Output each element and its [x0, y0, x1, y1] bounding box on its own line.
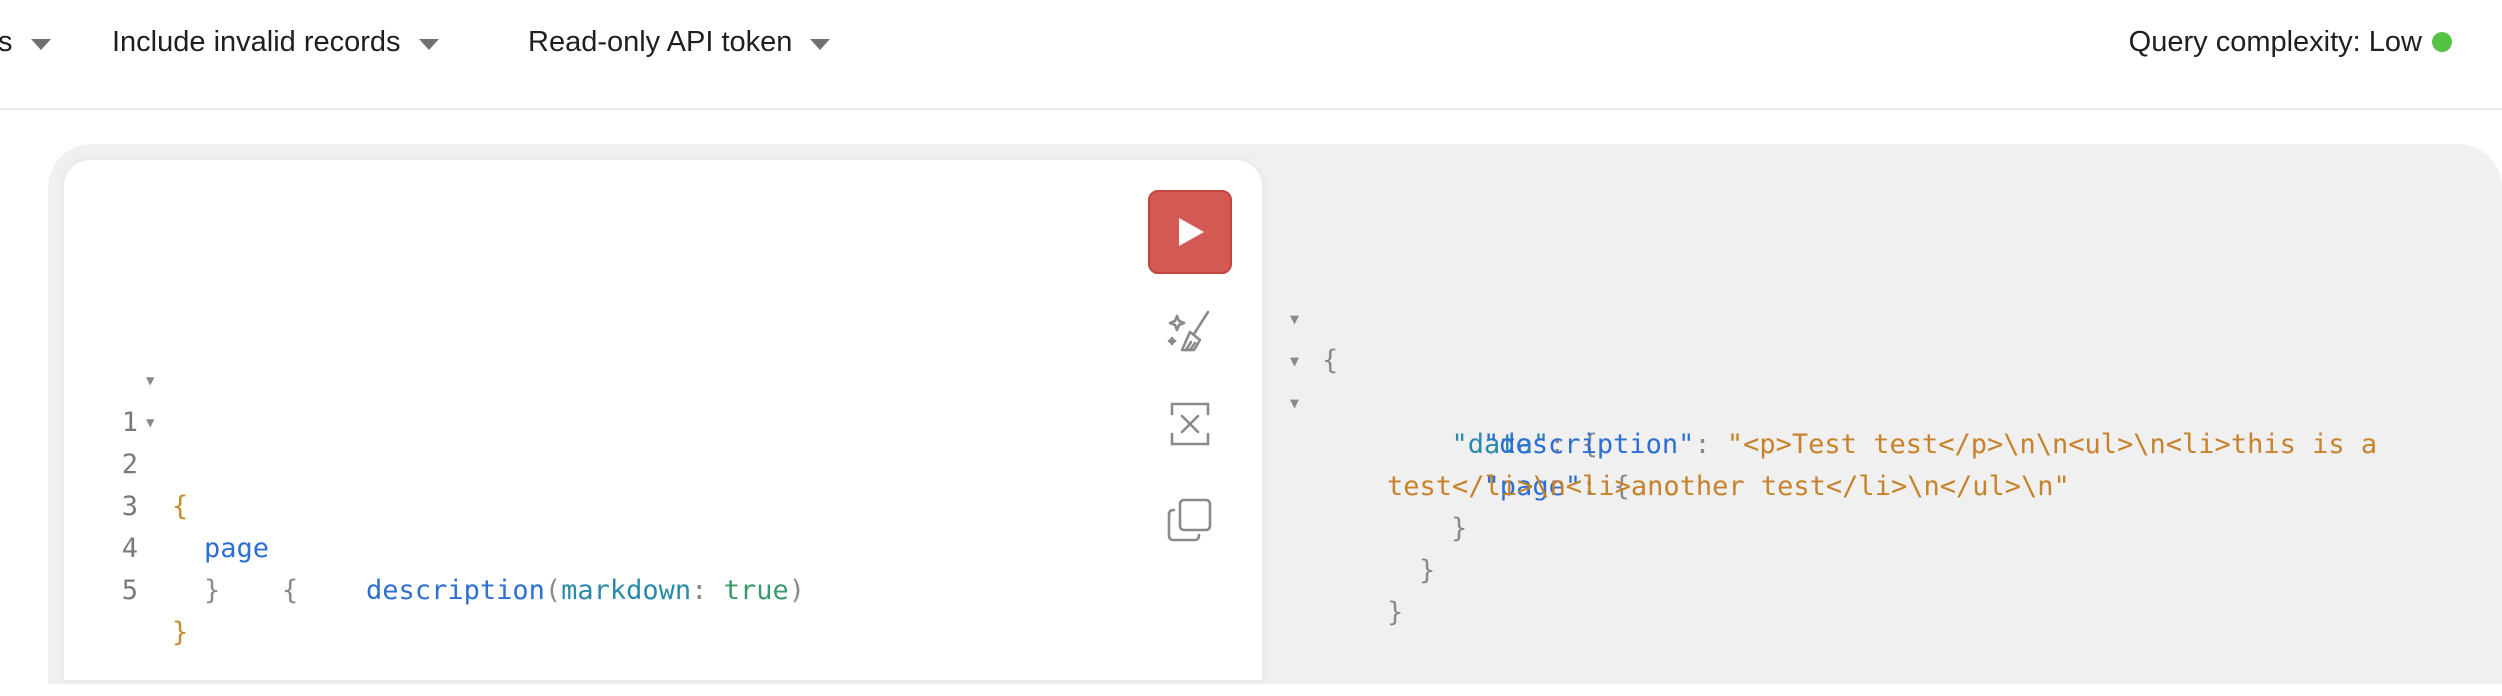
result-line-2: ▼ "data": {: [1290, 298, 1598, 460]
result-line-1: ▼ {: [1290, 256, 1355, 376]
result-line-7: }: [1354, 508, 1435, 586]
code-token-boolean: true: [723, 575, 789, 606]
fold-arrow-icon[interactable]: ▼: [1290, 382, 1299, 424]
result-line-6: }: [1386, 466, 1467, 544]
cut-off-dropdown-label: s: [0, 25, 13, 58]
include-invalid-records-label: Include invalid records: [112, 25, 401, 58]
prettify-query-button[interactable]: [1164, 304, 1216, 356]
result-line-8: }: [1322, 550, 1403, 628]
code-token-field: description: [366, 575, 545, 606]
result-brace: }: [1451, 513, 1468, 544]
copy-query-button[interactable]: [1164, 494, 1216, 546]
result-brace: }: [1387, 597, 1404, 628]
fold-arrow-icon[interactable]: ▼: [146, 402, 154, 444]
code-line-1: 1 ▼ {: [64, 360, 189, 522]
explorer-toolbar: s Include invalid records Read-only API …: [0, 0, 2502, 110]
line-number: 5: [121, 575, 138, 606]
include-invalid-records-dropdown[interactable]: Include invalid records: [112, 22, 439, 62]
execute-query-button[interactable]: [1148, 190, 1232, 274]
copy-icon: [1167, 498, 1212, 542]
code-token-punct: (: [544, 575, 562, 606]
chevron-down-icon: [418, 38, 439, 50]
code-line-4: 4 }: [64, 486, 221, 606]
magic-brush-icon: [1167, 310, 1210, 352]
result-string-value-continued: test</li>\n<li>another test</li>\n</ul>\…: [1387, 471, 2070, 502]
cut-off-dropdown[interactable]: s: [0, 22, 51, 62]
code-line-5: 5 }: [64, 528, 189, 648]
code-token-brace: }: [172, 617, 189, 648]
result-brace: }: [1419, 555, 1436, 586]
code-token-punct: ): [788, 575, 805, 606]
chevron-down-icon: [30, 38, 51, 50]
query-complexity-label: Query complexity: Low: [2128, 25, 2422, 58]
merge-fragments-button[interactable]: [1164, 398, 1216, 450]
query-complexity-indicator: Query complexity: Low: [2129, 22, 2452, 62]
code-token-brace: }: [204, 575, 221, 606]
fold-arrow-icon[interactable]: ▼: [146, 360, 154, 402]
code-token-punct: :: [691, 575, 708, 606]
result-line-5: test</li>\n<li>another test</li>\n</ul>\…: [1322, 424, 2070, 502]
result-line-4: "description": "<p>Test test</p>\n\n<ul>…: [1418, 382, 2377, 460]
query-editor[interactable]: 1 ▼ { 2 ▼ page { 3 description(markdown:…: [64, 160, 1262, 680]
api-token-label: Read-only API token: [528, 25, 793, 58]
code-token-argument: markdown: [561, 575, 692, 606]
code-line-3: 3 description(markdown: true): [64, 444, 805, 606]
code-line-2: 2 ▼ page {: [64, 402, 299, 606]
play-icon: [1179, 218, 1204, 246]
result-line-3: ▼ "page": {: [1290, 340, 1630, 502]
code-token-brace: {: [172, 491, 189, 522]
api-token-dropdown[interactable]: Read-only API token: [528, 22, 831, 62]
chevron-down-icon: [810, 38, 831, 50]
status-dot-icon: [2432, 32, 2452, 52]
merge-fragments-icon: [1170, 402, 1210, 446]
